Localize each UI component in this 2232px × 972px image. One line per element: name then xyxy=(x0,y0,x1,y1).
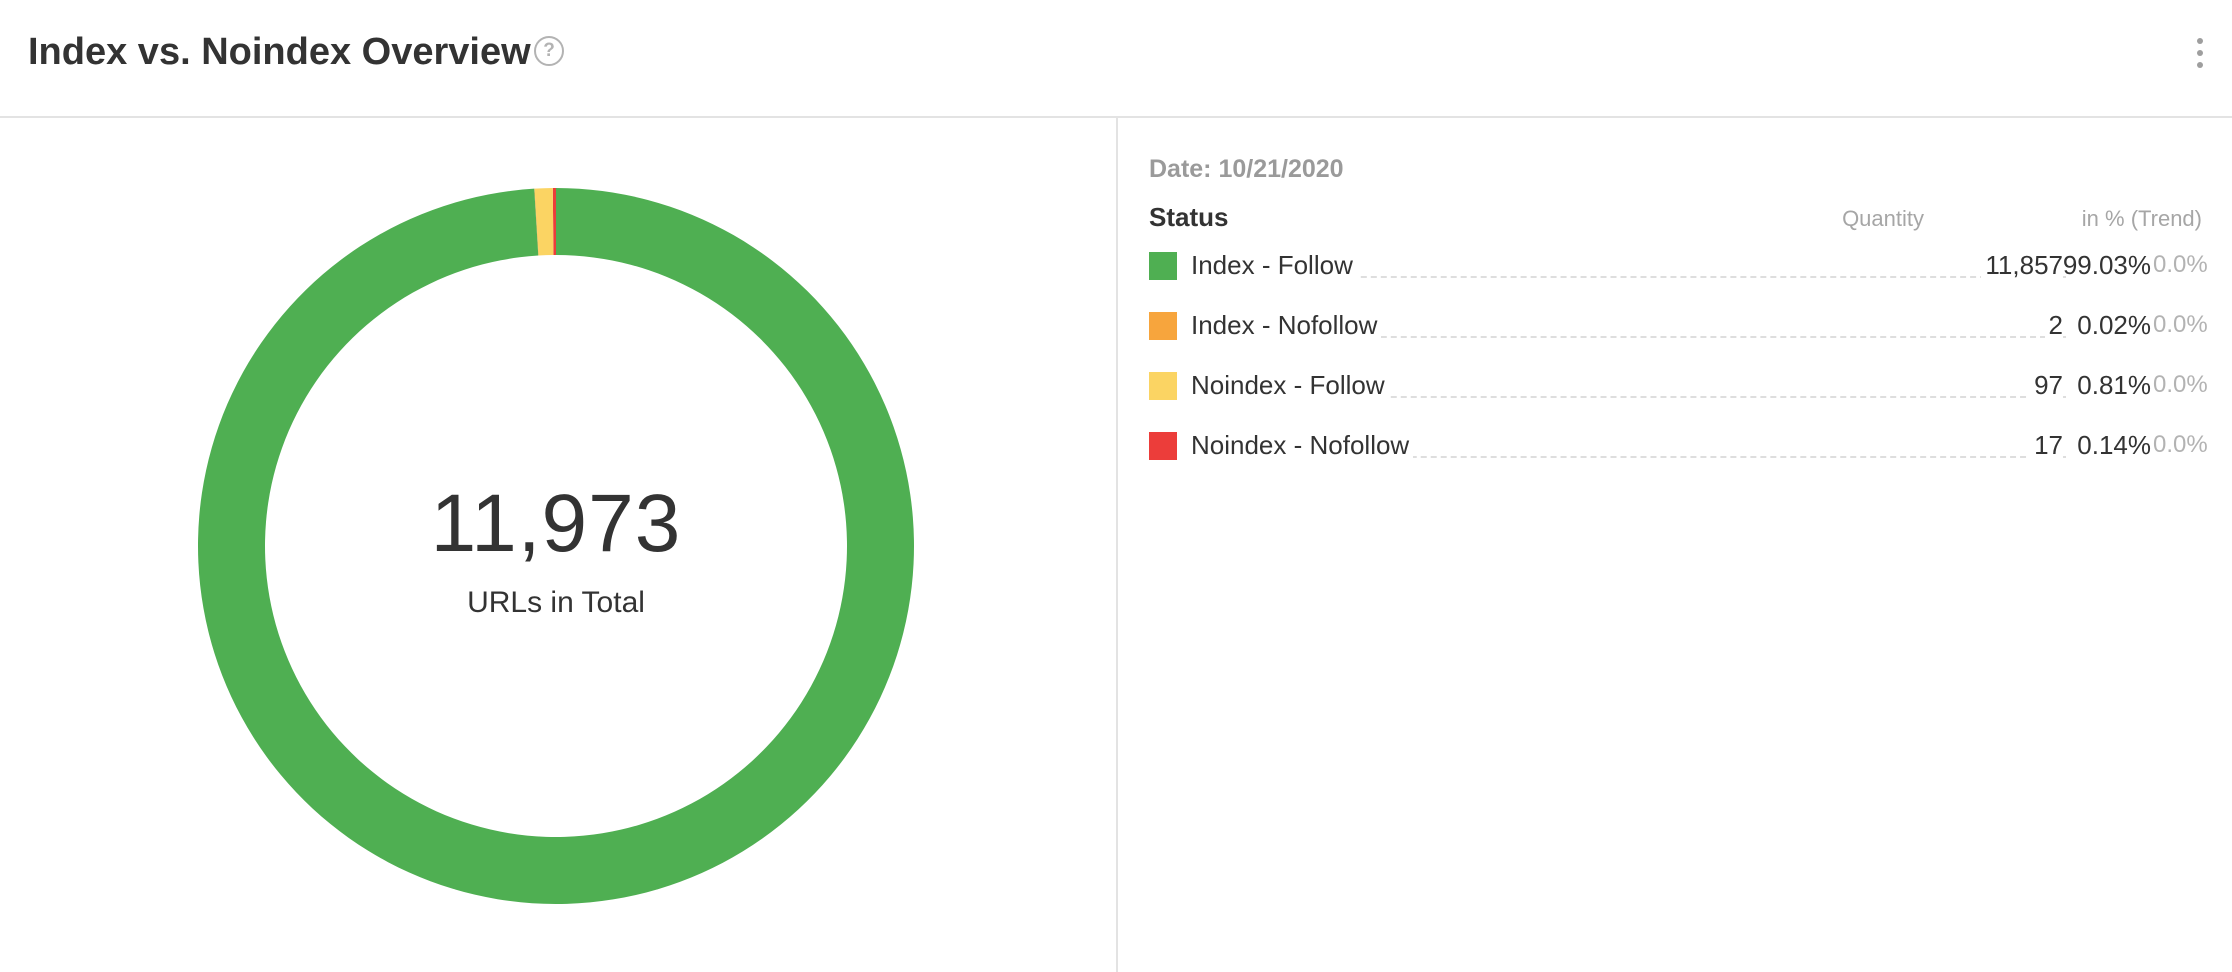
more-vertical-icon[interactable] xyxy=(2186,34,2214,74)
widget-header: Index vs. Noindex Overview ? xyxy=(0,0,2232,118)
legend-swatch xyxy=(1149,312,1177,340)
legend-percent: 99.03% xyxy=(2062,250,2151,280)
quantity-column-header: Quantity xyxy=(1842,206,1924,231)
total-urls-label: URLs in Total xyxy=(467,586,645,619)
legend-label: Noindex - Follow xyxy=(1191,365,1389,405)
legend-label: Noindex - Nofollow xyxy=(1191,425,1414,465)
legend-swatch xyxy=(1149,432,1177,460)
legend-row-index-follow[interactable]: Index - Follow 11,857 99.03% 0.0% xyxy=(1149,245,2208,285)
legend-percent: 0.14% xyxy=(2077,430,2151,460)
legend-trend: 0.0% xyxy=(2153,251,2208,278)
help-question-icon[interactable]: ? xyxy=(534,36,564,66)
widget-title: Index vs. Noindex Overview xyxy=(28,31,531,73)
status-column-header: Status xyxy=(1149,202,1229,232)
total-urls-value: 11,973 xyxy=(430,478,682,569)
legend-trend: 0.0% xyxy=(2153,371,2208,398)
legend-trend: 0.0% xyxy=(2153,311,2208,338)
legend-row-index-nofollow[interactable]: Index - Nofollow 2 0.02% 0.0% xyxy=(1149,305,2208,345)
legend-trend: 0.0% xyxy=(2153,431,2208,458)
percent-trend-column-header: in % (Trend) xyxy=(2081,206,2202,231)
legend-percent: 0.02% xyxy=(2077,310,2151,340)
report-date: Date: 10/21/2020 xyxy=(1149,155,1344,183)
legend-label: Index - Nofollow xyxy=(1191,305,1382,345)
legend-row-noindex-follow[interactable]: Noindex - Follow 97 0.81% 0.0% xyxy=(1149,365,2208,405)
legend-label: Index - Follow xyxy=(1191,245,1357,285)
legend-quantity: 2 xyxy=(1809,305,2063,345)
panel-divider xyxy=(1116,118,1118,972)
legend-quantity: 17 xyxy=(1809,425,2063,465)
legend-row-noindex-nofollow[interactable]: Noindex - Nofollow 17 0.14% 0.0% xyxy=(1149,425,2208,465)
legend-percent: 0.81% xyxy=(2077,370,2151,400)
legend-quantity: 97 xyxy=(1809,365,2063,405)
legend-quantity: 11,857 xyxy=(1809,245,2063,285)
legend-swatch xyxy=(1149,252,1177,280)
legend-swatch xyxy=(1149,372,1177,400)
